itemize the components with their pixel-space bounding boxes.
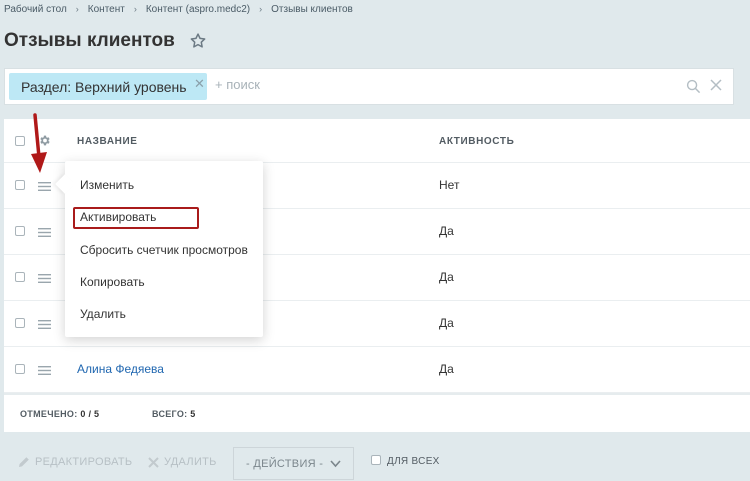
actions-dropdown-value: - ДЕЙСТВИЯ - [246,457,324,470]
for-all-checkbox[interactable] [371,454,381,465]
title-row: Отзывы клиентов [4,30,207,52]
breadcrumb-separator-icon: › [133,4,137,14]
menu-item-reset-views[interactable]: Сбросить счетчик просмотров [80,243,248,257]
actions-dropdown[interactable]: - ДЕЙСТВИЯ - [233,447,354,480]
row-active-value: Да [439,270,454,284]
chevron-down-icon [330,460,341,468]
hamburger-icon[interactable] [38,182,51,191]
selected-count: ОТМЕЧЕНО: 0 / 5 [20,409,99,419]
edit-button[interactable]: РЕДАКТИРОВАТЬ [18,456,132,468]
select-all-checkbox[interactable] [15,136,25,146]
total-count-value: 5 [190,409,196,419]
star-icon[interactable] [189,32,207,50]
hamburger-icon[interactable] [38,366,51,375]
breadcrumb-item-reviews[interactable]: Отзывы клиентов [271,4,353,15]
close-icon [148,456,159,468]
delete-button[interactable]: УДАЛИТЬ [148,456,217,468]
row-checkbox[interactable] [15,180,25,190]
breadcrumb-item-desktop[interactable]: Рабочий стол [4,4,67,15]
menu-item-edit[interactable]: Изменить [80,178,134,192]
pencil-icon [19,457,29,467]
delete-button-label: УДАЛИТЬ [164,456,217,468]
column-header-active[interactable]: АКТИВНОСТЬ [439,136,514,147]
row-name-link[interactable]: Алина Федяева [77,362,164,376]
group-actions-bar: РЕДАКТИРОВАТЬ УДАЛИТЬ - ДЕЙСТВИЯ - ДЛЯ В… [0,436,750,481]
filter-chip-section[interactable]: Раздел: Верхний уровень [9,73,207,100]
row-active-value: Да [439,362,454,376]
row-checkbox[interactable] [15,318,25,328]
total-count: ВСЕГО: 5 [152,409,196,419]
breadcrumb-item-content-site[interactable]: Контент (aspro.medc2) [146,4,250,15]
menu-item-copy[interactable]: Копировать [80,275,145,289]
column-header-name[interactable]: НАЗВАНИЕ [77,136,138,147]
close-icon[interactable] [709,78,723,92]
page-title: Отзывы клиентов [4,30,175,51]
selected-count-value: 0 / 5 [80,409,100,419]
for-all-option[interactable]: ДЛЯ ВСЕХ [371,454,440,467]
breadcrumb-item-content[interactable]: Контент [88,4,125,15]
row-checkbox[interactable] [15,364,25,374]
breadcrumb: Рабочий стол › Контент › Контент (aspro.… [4,3,353,15]
menu-item-delete[interactable]: Удалить [80,307,126,321]
row-active-value: Да [439,316,454,330]
total-count-label: ВСЕГО: [152,409,188,419]
grid-header: НАЗВАНИЕ АКТИВНОСТЬ [4,119,750,163]
hamburger-icon[interactable] [38,320,51,329]
hamburger-icon[interactable] [38,274,51,283]
breadcrumb-separator-icon: › [75,4,79,14]
row-active-value: Да [439,224,454,238]
filter-chip-label: Раздел: Верхний уровень [21,78,187,95]
highlight-box [73,207,199,229]
search-input[interactable] [215,77,615,92]
selected-count-label: ОТМЕЧЕНО: [20,409,78,419]
edit-button-label: РЕДАКТИРОВАТЬ [35,456,133,468]
row-checkbox[interactable] [15,226,25,236]
grid-footer: ОТМЕЧЕНО: 0 / 5 ВСЕГО: 5 [4,393,750,432]
hamburger-icon[interactable] [38,228,51,237]
breadcrumb-separator-icon: › [259,4,263,14]
table-row[interactable]: Алина Федяева Да [4,347,750,393]
filter-bar: Раздел: Верхний уровень ✕ [4,68,734,105]
search-icon[interactable] [686,79,701,94]
row-checkbox[interactable] [15,272,25,282]
row-active-value: Нет [439,178,460,192]
row-context-menu: Изменить Активировать Сбросить счетчик п… [55,161,263,337]
for-all-label: ДЛЯ ВСЕХ [387,456,440,467]
red-arrow-icon [31,113,47,173]
chip-close-icon[interactable]: ✕ [194,76,205,92]
